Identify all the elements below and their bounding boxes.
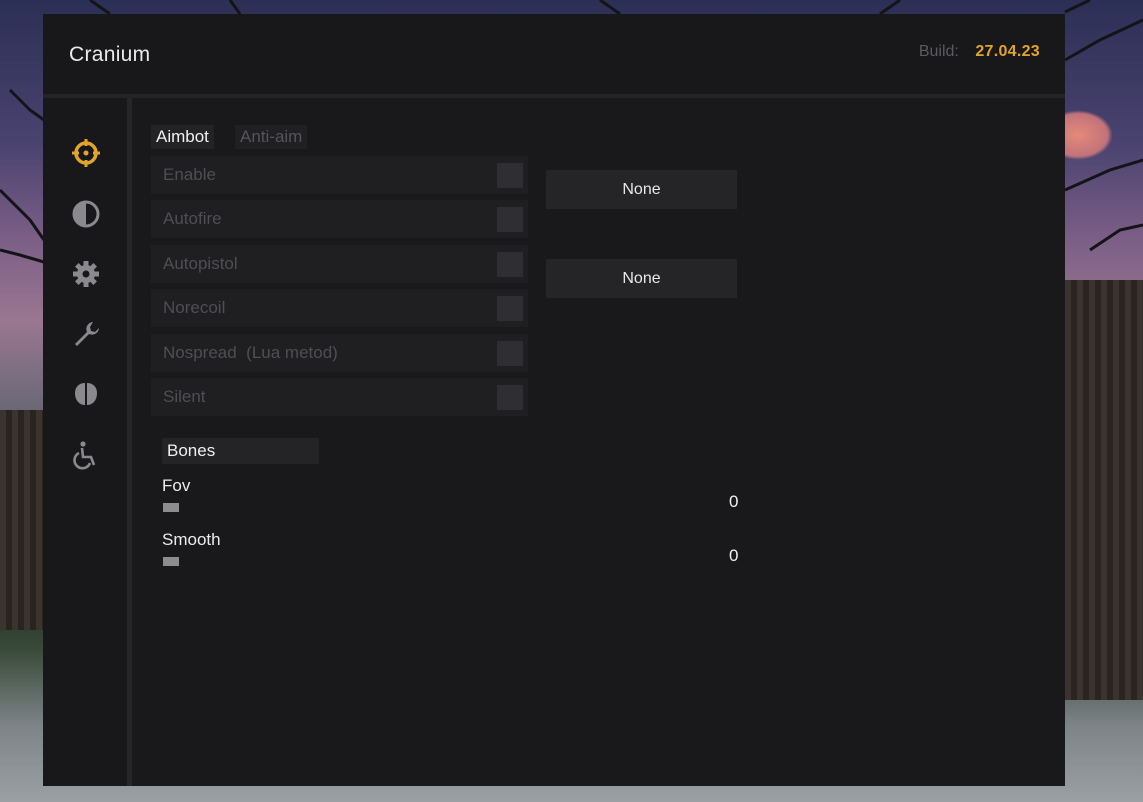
tab-aimbot[interactable]: Aimbot (151, 125, 214, 149)
option-autopistol[interactable]: Autopistol (151, 245, 528, 283)
option-label: Norecoil (163, 298, 226, 317)
wheelchair-icon (73, 441, 96, 470)
option-enable[interactable]: Enable (151, 156, 528, 194)
checkbox[interactable] (497, 252, 523, 277)
slider-grab[interactable] (163, 557, 179, 566)
option-nospread[interactable]: Nospread (Lua metod) (151, 334, 528, 372)
keybind-enable-button[interactable]: None (546, 170, 737, 209)
option-label: Enable (163, 165, 216, 184)
option-autofire[interactable]: Autofire (151, 200, 528, 238)
option-norecoil[interactable]: Norecoil (151, 289, 528, 327)
slider-grab[interactable] (163, 503, 179, 512)
option-label: Silent (163, 387, 206, 406)
nav-lua[interactable] (69, 377, 103, 411)
smooth-value: 0 (729, 546, 739, 565)
crosshair-icon (72, 139, 100, 167)
checkbox[interactable] (497, 296, 523, 321)
nav-misc[interactable] (69, 317, 103, 351)
nav-accessibility[interactable] (69, 438, 103, 472)
smooth-label: Smooth (162, 530, 221, 549)
nav-settings[interactable] (69, 257, 103, 291)
tab-anti-aim[interactable]: Anti-aim (235, 125, 308, 149)
background-wall (0, 410, 44, 630)
fov-slider[interactable] (163, 501, 743, 513)
build-info: Build: 27.04.23 (919, 43, 1040, 61)
gear-icon (73, 261, 99, 287)
app-title: Cranium (69, 43, 151, 66)
checkbox[interactable] (497, 207, 523, 232)
fov-value: 0 (729, 492, 739, 511)
titlebar: Cranium Build: 27.04.23 (43, 14, 1065, 94)
brain-icon (75, 383, 97, 405)
build-label: Build: (918, 43, 959, 60)
option-label: Autopistol (163, 254, 238, 273)
smooth-slider[interactable] (163, 555, 743, 567)
checkbox[interactable] (497, 163, 523, 188)
cheat-menu-window: Cranium Build: 27.04.23 Aimbot Anti-aim … (43, 14, 1065, 786)
keybind-autopistol-button[interactable]: None (546, 259, 737, 298)
nav-visuals[interactable] (69, 197, 103, 231)
sidebar (43, 98, 127, 786)
option-label: Nospread (Lua metod) (163, 343, 338, 362)
contrast-icon (72, 200, 100, 228)
background-wall (1053, 280, 1143, 700)
option-silent[interactable]: Silent (151, 378, 528, 416)
checkbox[interactable] (497, 341, 523, 366)
wrench-icon (75, 322, 99, 346)
content-panel: Aimbot Anti-aim Enable Autofire Autopist… (132, 98, 1065, 786)
fov-label: Fov (162, 476, 191, 495)
option-label: Autofire (163, 209, 222, 228)
checkbox[interactable] (497, 385, 523, 410)
build-version: 27.04.23 (975, 43, 1040, 60)
bones-dropdown[interactable]: Bones (162, 438, 319, 464)
nav-aimbot[interactable] (69, 136, 103, 170)
